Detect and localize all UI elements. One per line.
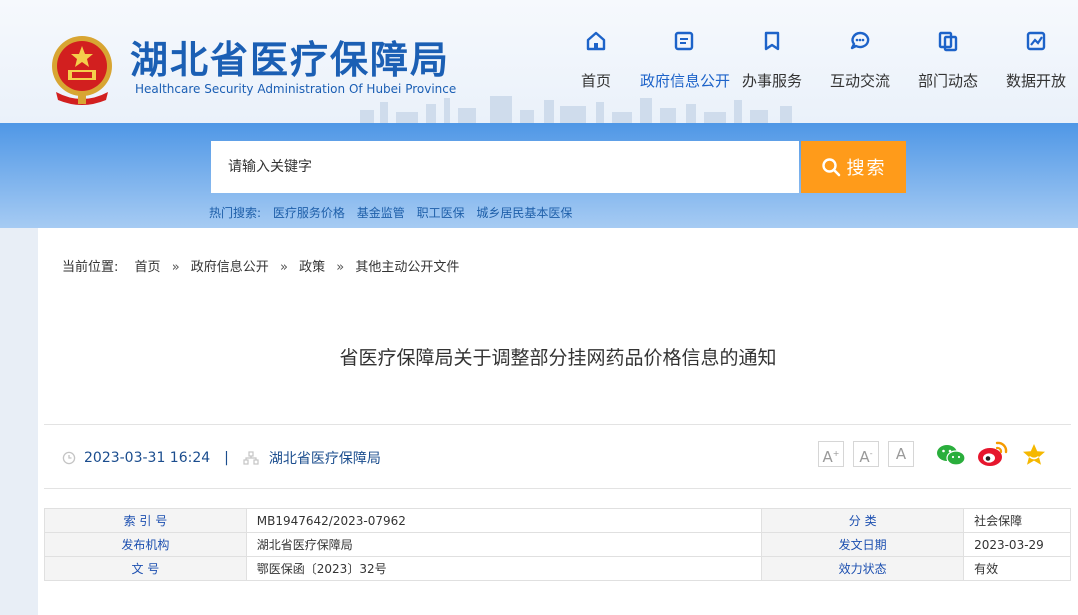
info-key: 效力状态	[761, 556, 965, 581]
info-value: 湖北省医疗保障局	[245, 532, 763, 557]
font-reset-label: A	[895, 445, 907, 463]
nav-item-department-news[interactable]: 部门动态	[904, 30, 992, 100]
clock-icon	[62, 451, 76, 465]
bookmark-icon	[764, 31, 780, 51]
font-decrease-button[interactable]: A-	[853, 441, 879, 467]
nav-label: 数据开放	[1005, 72, 1066, 90]
nav-label: 互动交流	[829, 72, 890, 90]
nav-label: 政府信息公开	[640, 72, 731, 90]
search-button[interactable]: 搜索	[801, 141, 906, 193]
nav-item-home[interactable]: 首页	[552, 30, 640, 100]
breadcrumb-separator: »	[279, 260, 288, 275]
table-row: 索 引 号 MB1947642/2023-07962 分 类 社会保障	[44, 508, 1071, 533]
info-value: 社会保障	[963, 508, 1071, 533]
nav-label: 部门动态	[917, 72, 978, 90]
breadcrumb-separator: »	[336, 260, 345, 275]
info-key: 分 类	[761, 508, 965, 533]
search-icon	[821, 158, 840, 177]
hot-search-term[interactable]: 医疗服务价格	[273, 206, 345, 220]
nav-label: 办事服务	[741, 72, 802, 90]
info-key: 索 引 号	[44, 508, 247, 533]
nav-item-gov-info[interactable]: 政府信息公开	[640, 30, 731, 100]
info-value: MB1947642/2023-07962	[245, 508, 763, 533]
publish-datetime: 2023-03-31 16:24	[84, 450, 211, 466]
divider	[44, 424, 1071, 425]
document-info-table: 索 引 号 MB1947642/2023-07962 分 类 社会保障 发布机构…	[44, 508, 1071, 581]
info-value: 鄂医保函〔2023〕32号	[245, 556, 763, 581]
organization-icon	[243, 451, 259, 465]
chat-bubble-icon	[850, 31, 870, 50]
nav-item-open-data[interactable]: 数据开放	[992, 30, 1078, 100]
search-button-label: 搜索	[846, 158, 887, 179]
font-reset-button[interactable]: A	[888, 441, 914, 467]
info-value: 2023-03-29	[963, 532, 1071, 557]
nav-item-interaction[interactable]: 互动交流	[816, 30, 904, 100]
font-increase-button[interactable]: A+	[818, 441, 844, 467]
hot-search-term[interactable]: 城乡居民基本医保	[476, 206, 572, 220]
favorite-star-icon[interactable]	[1021, 442, 1047, 468]
search-input[interactable]	[211, 141, 799, 193]
nav-item-services[interactable]: 办事服务	[728, 30, 816, 100]
font-increase-label: A	[822, 448, 833, 466]
breadcrumb-link-policy[interactable]: 政策	[299, 260, 325, 275]
site-subtitle: Healthcare Security Administration Of Hu…	[135, 82, 457, 96]
table-row: 发布机构 湖北省医疗保障局 发文日期 2023-03-29	[44, 532, 1071, 557]
nav-label: 首页	[580, 72, 611, 90]
wechat-share-icon[interactable]	[936, 443, 966, 467]
document-list-icon	[674, 31, 694, 51]
info-value: 有效	[963, 556, 1071, 581]
site-header: 湖北省医疗保障局 Healthcare Security Administrat…	[0, 0, 1078, 123]
breadcrumb-link-other-docs[interactable]: 其他主动公开文件	[355, 260, 459, 275]
hot-search-bar: 热门搜索: 医疗服务价格 基金监管 职工医保 城乡居民基本医保	[209, 204, 580, 221]
copy-pages-icon	[938, 31, 958, 52]
article-meta: 2023-03-31 16:24 | 湖北省医疗保障局	[62, 448, 381, 468]
divider	[44, 488, 1071, 489]
article-source: 湖北省医疗保障局	[268, 451, 381, 467]
hot-search-term[interactable]: 基金监管	[357, 206, 405, 220]
hot-search-term[interactable]: 职工医保	[417, 206, 465, 220]
breadcrumb: 当前位置: 首页 » 政府信息公开 » 政策 » 其他主动公开文件	[62, 256, 459, 275]
national-emblem-logo	[52, 36, 112, 105]
info-key: 文 号	[44, 556, 247, 581]
site-title: 湖北省医疗保障局	[130, 37, 451, 82]
breadcrumb-link-home[interactable]: 首页	[135, 260, 161, 275]
weibo-share-icon[interactable]	[977, 440, 1009, 468]
breadcrumb-separator: »	[171, 260, 180, 275]
meta-divider: |	[224, 450, 229, 466]
breadcrumb-link-gov-info[interactable]: 政府信息公开	[191, 260, 269, 275]
table-row: 文 号 鄂医保函〔2023〕32号 效力状态 有效	[44, 556, 1071, 581]
hot-search-label: 热门搜索:	[209, 206, 262, 220]
article-title: 省医疗保障局关于调整部分挂网药品价格信息的通知	[339, 347, 777, 369]
home-icon	[586, 31, 606, 51]
info-key: 发文日期	[761, 532, 965, 557]
trend-chart-icon	[1026, 31, 1046, 51]
info-key: 发布机构	[44, 532, 247, 557]
font-decrease-label: A	[859, 448, 870, 466]
breadcrumb-label: 当前位置:	[62, 260, 119, 275]
